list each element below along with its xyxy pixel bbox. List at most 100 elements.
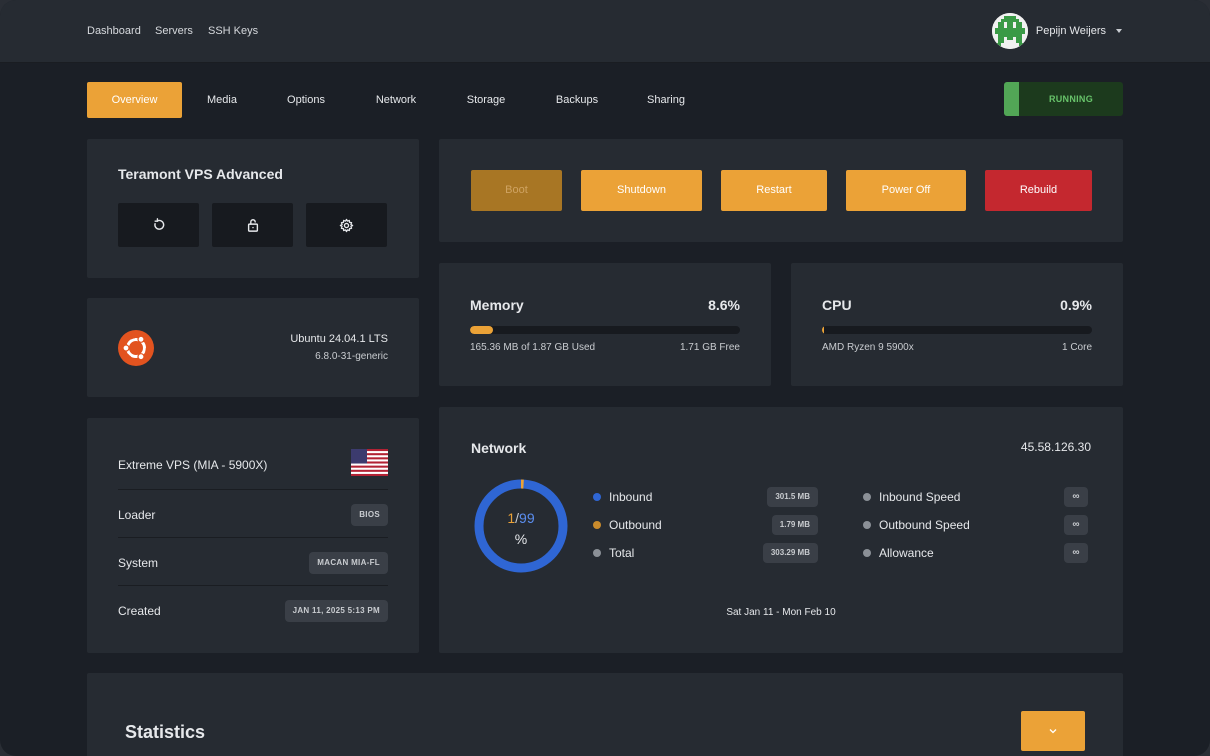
memory-title: Memory — [470, 297, 524, 313]
unlock-icon — [247, 219, 258, 232]
total-legend: Total 303.29 MB — [593, 543, 818, 563]
tab-sharing[interactable]: Sharing — [635, 82, 697, 118]
chevron-down-icon — [1049, 729, 1057, 734]
caret-down-icon — [1116, 29, 1122, 33]
donut-remaining-value: 99 — [519, 510, 535, 526]
inbound-value-badge: 301.5 MB — [767, 487, 818, 507]
statistics-card: Statistics — [87, 673, 1123, 756]
cpu-percent: 0.9% — [1060, 297, 1092, 313]
cpu-progress-fill — [822, 326, 825, 334]
created-row: Created JAN 11, 2025 5:13 PM — [118, 586, 388, 634]
plan-name: Extreme VPS (MIA - 5900X) — [118, 458, 268, 472]
tab-network[interactable]: Network — [362, 82, 430, 118]
os-kernel: 6.8.0-31-generic — [315, 351, 388, 362]
tab-options[interactable]: Options — [274, 82, 338, 118]
statistics-dropdown-button[interactable] — [1021, 711, 1085, 751]
memory-percent: 8.6% — [708, 297, 740, 313]
gear-icon — [339, 218, 354, 232]
memory-progress-bar — [470, 326, 740, 334]
outbound-value-badge: 1.79 MB — [771, 515, 818, 535]
restart-button[interactable]: Restart — [721, 170, 827, 211]
server-card: Teramont VPS Advanced — [87, 139, 419, 278]
refresh-icon — [153, 218, 164, 230]
memory-progress-fill — [470, 326, 494, 334]
power-off-button[interactable]: Power Off — [846, 170, 966, 211]
outbound-label: Outbound — [609, 518, 662, 532]
network-title: Network — [471, 440, 527, 456]
total-label: Total — [609, 546, 635, 560]
cpu-progress-bar — [822, 326, 1092, 334]
inbound-speed-legend: Inbound Speed ∞ — [863, 487, 1088, 507]
nav-dashboard-link[interactable]: Dashboard — [87, 25, 141, 37]
tab-overview[interactable]: Overview — [87, 82, 182, 118]
inbound-speed-dot — [863, 493, 871, 501]
outbound-speed-label: Outbound Speed — [879, 518, 970, 532]
power-card: Boot Shutdown Restart Power Off Rebuild — [439, 139, 1123, 242]
allowance-label: Allowance — [879, 546, 934, 560]
rebuild-button[interactable]: Rebuild — [985, 170, 1092, 211]
created-value-badge: JAN 11, 2025 5:13 PM — [284, 600, 388, 622]
tab-media[interactable]: Media — [193, 82, 251, 118]
outbound-speed-value-badge: ∞ — [1064, 515, 1088, 535]
avatar — [991, 13, 1028, 49]
allowance-legend: Allowance ∞ — [863, 543, 1088, 563]
shutdown-button[interactable]: Shutdown — [581, 170, 702, 211]
user-name: Pepijn Weijers — [1035, 25, 1106, 37]
allowance-dot — [863, 549, 871, 557]
outbound-legend: Outbound 1.79 MB — [593, 515, 818, 535]
ubuntu-logo-icon — [118, 330, 154, 366]
outbound-speed-legend: Outbound Speed ∞ — [863, 515, 1088, 535]
status-label: RUNNING — [1048, 94, 1094, 104]
inbound-legend: Inbound 301.5 MB — [593, 487, 818, 507]
donut-unit: % — [514, 531, 528, 547]
cpu-cores: 1 Core — [1061, 342, 1092, 353]
allowance-value-badge: ∞ — [1064, 543, 1088, 563]
inbound-speed-label: Inbound Speed — [879, 490, 961, 504]
system-label: System — [118, 556, 159, 570]
app-window: Dashboard Servers SSH Keys Pepijn Weijer… — [0, 0, 1210, 756]
inbound-label: Inbound — [609, 490, 653, 504]
system-row: System MACAN MIA-FL — [118, 538, 388, 586]
network-usage-donut — [474, 479, 568, 573]
total-dot — [593, 549, 601, 557]
tab-storage[interactable]: Storage — [454, 82, 518, 118]
nav-ssh-keys-link[interactable]: SSH Keys — [208, 25, 258, 37]
donut-remaining-ring — [474, 479, 568, 573]
cpu-model: AMD Ryzen 9 5900x — [822, 342, 914, 353]
donut-used-value: 1 — [507, 510, 516, 526]
status-badge: RUNNING — [1004, 82, 1123, 116]
top-navbar: Dashboard Servers SSH Keys Pepijn Weijer… — [0, 0, 1210, 63]
statistics-title: Statistics — [125, 722, 206, 742]
tab-backups[interactable]: Backups — [542, 82, 612, 118]
server-name: Teramont VPS Advanced — [118, 166, 283, 182]
created-label: Created — [118, 604, 161, 618]
boot-button[interactable]: Boot — [471, 170, 562, 211]
total-value-badge: 303.29 MB — [762, 543, 818, 563]
inbound-dot — [593, 493, 601, 501]
plan-card: Extreme VPS (MIA - 5900X) Loader BIOS Sy… — [87, 418, 419, 653]
inbound-speed-value-badge: ∞ — [1064, 487, 1088, 507]
user-menu[interactable]: Pepijn Weijers — [991, 13, 1122, 49]
network-period: Sat Jan 11 - Mon Feb 10 — [726, 607, 836, 618]
nav-servers-link[interactable]: Servers — [155, 25, 193, 37]
status-indicator — [1004, 82, 1019, 116]
outbound-speed-dot — [863, 521, 871, 529]
memory-used: 165.36 MB of 1.87 GB Used — [470, 342, 596, 353]
plan-row: Extreme VPS (MIA - 5900X) — [118, 442, 388, 490]
settings-button[interactable] — [306, 203, 387, 247]
memory-free: 1.71 GB Free — [679, 342, 740, 353]
outbound-dot — [593, 521, 601, 529]
us-flag-icon — [351, 449, 388, 476]
system-value-badge: MACAN MIA-FL — [309, 552, 388, 574]
loader-value-badge: BIOS — [351, 504, 388, 526]
donut-ratio: 1/99 — [474, 510, 568, 526]
os-name: Ubuntu 24.04.1 LTS — [290, 333, 388, 345]
network-ip: 45.58.126.30 — [1020, 440, 1091, 454]
cpu-title: CPU — [822, 297, 852, 313]
os-card: Ubuntu 24.04.1 LTS 6.8.0-31-generic — [87, 298, 419, 397]
loader-row: Loader BIOS — [118, 490, 388, 538]
loader-label: Loader — [118, 508, 156, 522]
reinstall-button[interactable] — [118, 203, 199, 247]
cpu-card: CPU 0.9% AMD Ryzen 9 5900x 1 Core — [791, 263, 1123, 386]
unlock-button[interactable] — [212, 203, 293, 247]
